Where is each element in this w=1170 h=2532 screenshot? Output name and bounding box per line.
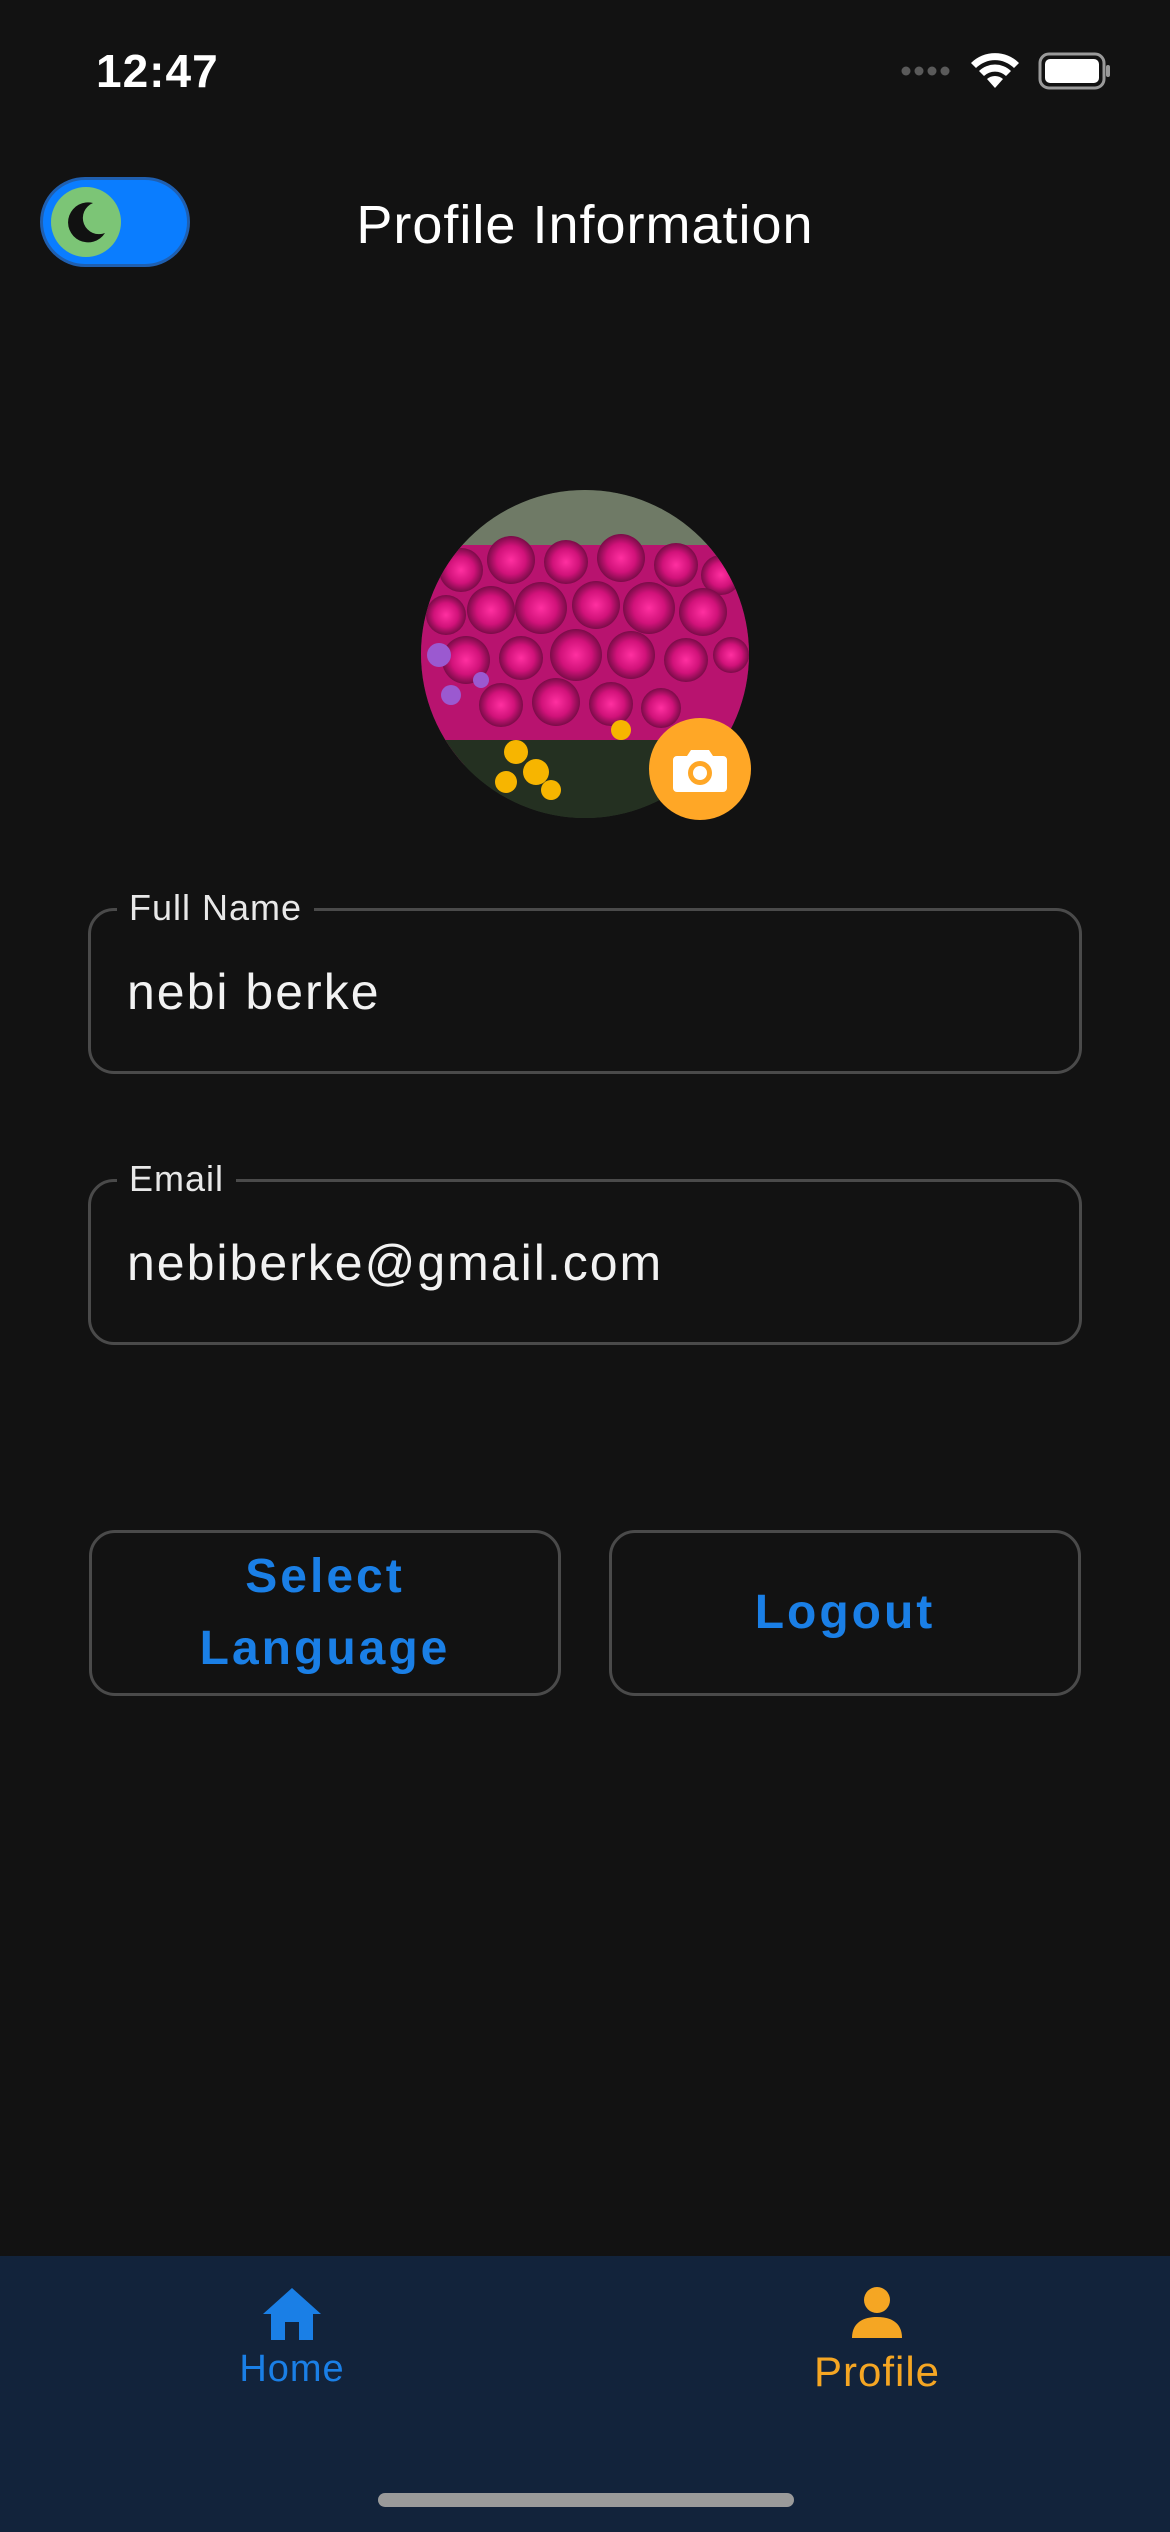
camera-icon bbox=[673, 750, 727, 792]
email-value[interactable]: nebiberke@gmail.com bbox=[127, 1234, 663, 1292]
select-language-label: Select Language bbox=[199, 1550, 451, 1675]
logout-label: Logout bbox=[754, 1586, 936, 1639]
email-field[interactable]: Email nebiberke@gmail.com bbox=[88, 1156, 1082, 1345]
full-name-label: Full Name bbox=[117, 885, 315, 931]
nav-label-profile: Profile bbox=[813, 2348, 941, 2395]
status-icons bbox=[900, 52, 1112, 90]
avatar-container bbox=[421, 490, 751, 820]
status-bar: 12:47 bbox=[0, 0, 1170, 140]
home-icon bbox=[263, 2288, 321, 2340]
select-language-button[interactable]: Select Language bbox=[89, 1530, 561, 1696]
nav-label-home: Home bbox=[239, 2348, 345, 2390]
bottom-nav: Home Profile bbox=[0, 2256, 1170, 2532]
email-label: Email bbox=[117, 1156, 237, 1202]
header: Profile Information bbox=[0, 160, 1170, 290]
home-indicator bbox=[378, 2493, 794, 2507]
change-photo-button[interactable] bbox=[649, 718, 751, 820]
nav-item-home[interactable]: Home bbox=[142, 2286, 442, 2391]
status-time: 12:47 bbox=[96, 45, 219, 97]
nav-item-profile[interactable]: Profile bbox=[727, 2286, 1027, 2396]
wifi-icon bbox=[971, 53, 1019, 88]
signal-dots-icon bbox=[901, 66, 950, 76]
full-name-field[interactable]: Full Name nebi berke bbox=[88, 885, 1082, 1074]
battery-icon bbox=[1038, 52, 1110, 90]
page-title: Profile Information bbox=[356, 195, 814, 255]
full-name-value[interactable]: nebi berke bbox=[127, 963, 381, 1021]
person-icon bbox=[852, 2287, 902, 2338]
logout-button[interactable]: Logout bbox=[609, 1530, 1081, 1696]
